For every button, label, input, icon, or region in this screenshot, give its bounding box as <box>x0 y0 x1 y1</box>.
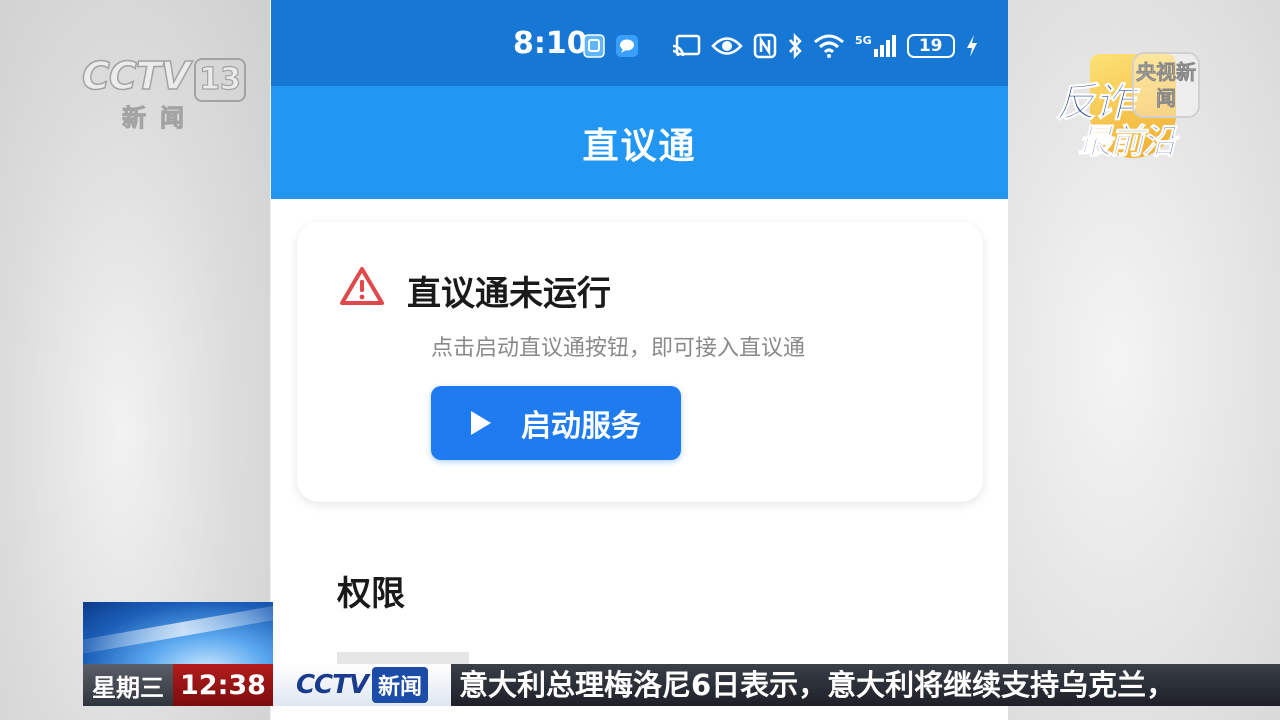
program-badge: 央视新闻 <box>1132 52 1200 118</box>
news-ticker: 星期三 12:38 CCTV 新闻 意大利总理梅洛尼6日表示，意大利将继续支持乌… <box>83 664 1280 706</box>
phone-screen: 8:10 5G 19 直议通 直议通未运行 点击启动直议通按钮，即可接入直议通 … <box>271 0 1008 720</box>
service-status-title: 直议通未运行 <box>407 274 611 314</box>
charging-icon <box>965 34 979 58</box>
status-time: 8:10 <box>513 26 588 61</box>
channel-sub-label: 新闻 <box>122 104 198 133</box>
start-service-label: 启动服务 <box>521 409 641 444</box>
ticker-time: 12:38 <box>173 664 273 706</box>
bluetooth-icon <box>787 33 803 59</box>
channel-logo: CCTV 13 新闻 <box>81 53 247 133</box>
channel-logo-text: CCTV <box>81 53 191 99</box>
ticker-headline: 意大利总理梅洛尼6日表示，意大利将继续支持乌克兰， <box>459 668 1176 702</box>
service-status-card: 直议通未运行 点击启动直议通按钮，即可接入直议通 启动服务 <box>297 222 983 502</box>
status-icons: 5G 19 <box>583 30 979 62</box>
eye-comfort-icon <box>711 35 743 57</box>
ticker-brand-logo: CCTV <box>295 670 369 700</box>
play-icon <box>471 411 491 435</box>
warning-icon <box>339 266 385 310</box>
program-logo-line2: 最前沿 <box>1078 122 1177 163</box>
app-title: 直议通 <box>582 125 697 167</box>
nfc-icon <box>753 33 777 59</box>
ticker-brand-tag: 新闻 <box>372 667 429 703</box>
ticker-day: 星期三 <box>83 664 173 706</box>
start-service-button[interactable]: 启动服务 <box>431 386 681 460</box>
message-icon <box>615 34 639 58</box>
service-status-hint: 点击启动直议通按钮，即可接入直议通 <box>431 336 806 361</box>
program-logo: 反诈 最前沿 央视新闻 <box>1048 48 1208 164</box>
app-bar: 直议通 <box>271 86 1008 199</box>
ticker-brand: CCTV 新闻 <box>273 664 451 706</box>
news-globe-thumbnail <box>83 602 273 664</box>
permissions-section-title: 权限 <box>337 574 405 614</box>
network-type: 5G <box>855 34 872 47</box>
channel-number: 13 <box>194 58 246 102</box>
wifi-icon <box>813 34 845 58</box>
cast-icon <box>671 34 701 58</box>
battery-icon: 19 <box>906 34 955 58</box>
status-bar: 8:10 5G 19 <box>271 0 1008 86</box>
app-notification-icon <box>583 34 605 58</box>
globe-light-streak <box>83 602 273 657</box>
signal-icon: 5G <box>855 34 897 58</box>
